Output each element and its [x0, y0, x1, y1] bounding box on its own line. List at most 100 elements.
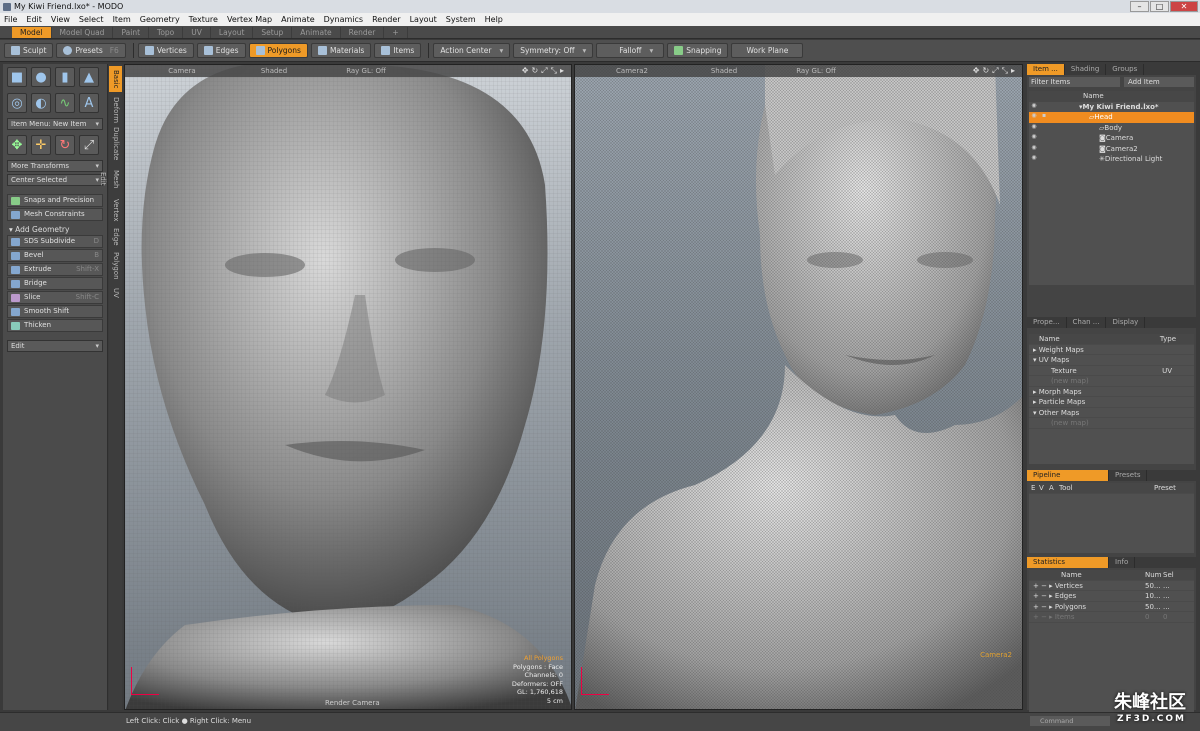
scale-icon[interactable]: ⤢ [79, 135, 99, 155]
camera-selector[interactable]: Camera [147, 67, 217, 75]
capsule-icon[interactable]: ◐ [31, 93, 51, 113]
tab-properties[interactable]: Prope... [1027, 317, 1067, 328]
tab-polygon[interactable]: Polygon [109, 250, 122, 282]
items-mode-button[interactable]: Items [374, 43, 422, 58]
more-transforms-dropdown[interactable]: More Transforms [7, 160, 103, 172]
menu-edit[interactable]: Edit [26, 15, 42, 24]
menu-vertex-map[interactable]: Vertex Map [227, 15, 272, 24]
new-map-other[interactable]: (new map) [1029, 418, 1194, 429]
snaps-precision-button[interactable]: Snaps and Precision [7, 194, 103, 207]
visibility-icon[interactable]: ◉ [1029, 144, 1039, 154]
tree-row-scene[interactable]: ◉ ▾ My Kiwi Friend.lxo* [1029, 102, 1194, 113]
filter-items-field[interactable]: Filter Items [1029, 77, 1120, 87]
text-icon[interactable]: A [79, 93, 99, 113]
tab-deform[interactable]: Deform [109, 94, 122, 126]
tab-info[interactable]: Info [1109, 557, 1136, 568]
presets-button[interactable]: Presets F6 [56, 43, 126, 58]
tab-paint[interactable]: Paint [113, 26, 150, 38]
pen-icon[interactable]: ∿ [55, 93, 75, 113]
stats-row-edges[interactable]: + − ▸ Edges 10...... [1029, 591, 1194, 602]
edges-mode-button[interactable]: Edges [196, 43, 246, 58]
map-group-weight[interactable]: ▸ Weight Maps [1029, 345, 1194, 355]
viewport-camera2[interactable]: Camera2 Shaded Ray GL: Off ✥↻⤢⤡▸ Camera2 [574, 64, 1023, 710]
menu-select[interactable]: Select [79, 15, 104, 24]
tree-row-head[interactable]: ◉ ▪ ▱ Head [1029, 112, 1194, 123]
tab-display[interactable]: Display [1106, 317, 1146, 328]
close-button[interactable]: ✕ [1170, 1, 1198, 12]
thicken-button[interactable]: Thicken [7, 319, 103, 332]
visibility-icon[interactable]: ◉ [1029, 112, 1039, 122]
tab-edge[interactable]: Edge [109, 226, 122, 248]
tab-pipeline[interactable]: Pipeline [1027, 470, 1109, 481]
torus-icon[interactable]: ◎ [7, 93, 27, 113]
menu-dynamics[interactable]: Dynamics [324, 15, 363, 24]
tab-model[interactable]: Model [12, 26, 52, 38]
new-map-uv[interactable]: (new map) [1029, 376, 1194, 387]
materials-mode-button[interactable]: Materials [310, 43, 372, 58]
raygl-toggle[interactable]: Ray GL: Off [781, 67, 851, 75]
menu-item[interactable]: Item [113, 15, 131, 24]
lock-icon[interactable]: ▪ [1039, 112, 1049, 122]
tree-row-body[interactable]: ◉ ▱ Body [1029, 123, 1194, 134]
slice-button[interactable]: Slice Shift-C [7, 291, 103, 304]
smooth-shift-button[interactable]: Smooth Shift [7, 305, 103, 318]
viewport-camera[interactable]: Camera Shaded Ray GL: Off ✥↻⤢⤡▸ Render C… [124, 64, 572, 710]
minimize-button[interactable]: – [1130, 1, 1149, 12]
tab-item-list[interactable]: Item ... [1027, 64, 1065, 75]
falloff-dropdown[interactable]: Falloff [596, 43, 665, 58]
tab-setup[interactable]: Setup [253, 26, 293, 38]
menu-texture[interactable]: Texture [189, 15, 218, 24]
tree-row-camera[interactable]: ◉ ◙ Camera [1029, 133, 1194, 144]
map-group-uv[interactable]: ▾ UV Maps [1029, 355, 1194, 366]
tab-topo[interactable]: Topo [149, 26, 184, 38]
tab-render[interactable]: Render [341, 26, 385, 38]
tab-animate[interactable]: Animate [292, 26, 341, 38]
center-selected-dropdown[interactable]: Center Selected [7, 174, 103, 186]
viewport-nav-icons[interactable]: ✥↻⤢⤡▸ [973, 66, 1018, 76]
add-item-button[interactable]: Add Item [1124, 77, 1194, 87]
tab-mesh-edit[interactable]: Mesh Edit [99, 162, 122, 196]
tab-presets[interactable]: Presets [1109, 470, 1148, 481]
tab-vertex[interactable]: Vertex [109, 196, 122, 224]
vertices-mode-button[interactable]: Vertices [137, 43, 194, 58]
map-texture[interactable]: Texture UV [1029, 366, 1194, 376]
menu-file[interactable]: File [4, 15, 17, 24]
cube-icon[interactable]: ■ [7, 67, 27, 87]
add-tab-button[interactable]: + [384, 26, 408, 38]
add-geometry-header[interactable]: ▾ Add Geometry [7, 225, 103, 234]
map-group-morph[interactable]: ▸ Morph Maps [1029, 387, 1194, 397]
viewport-nav-icons[interactable]: ✥↻⤢⤡▸ [522, 66, 567, 76]
transform-icon[interactable]: ✛ [31, 135, 51, 155]
action-center-dropdown[interactable]: Action Center [433, 43, 511, 58]
menu-geometry[interactable]: Geometry [140, 15, 180, 24]
command-field[interactable]: Command [1030, 716, 1110, 726]
tab-statistics[interactable]: Statistics [1027, 557, 1109, 568]
menu-help[interactable]: Help [485, 15, 503, 24]
cylinder-icon[interactable]: ▮ [55, 67, 75, 87]
tab-uv[interactable]: UV [183, 26, 211, 38]
stats-row-vertices[interactable]: + − ▸ Vertices 50...... [1029, 581, 1194, 591]
move-icon[interactable]: ✥ [7, 135, 27, 155]
bevel-button[interactable]: Bevel B [7, 249, 103, 262]
work-plane-button[interactable]: Work Plane [731, 43, 804, 58]
polygons-mode-button[interactable]: Polygons [248, 43, 308, 58]
raygl-toggle[interactable]: Ray GL: Off [331, 67, 401, 75]
cone-icon[interactable]: ▲ [79, 67, 99, 87]
camera-selector[interactable]: Camera2 [597, 67, 667, 75]
tab-groups[interactable]: Groups [1106, 64, 1145, 75]
stats-row-polygons[interactable]: + − ▸ Polygons 50...... [1029, 602, 1194, 612]
tree-row-light[interactable]: ◉ ✳ Directional Light [1029, 154, 1194, 165]
rotate-icon[interactable]: ↻ [55, 135, 75, 155]
tab-shading[interactable]: Shading [1065, 64, 1107, 75]
menu-animate[interactable]: Animate [281, 15, 315, 24]
item-menu-dropdown[interactable]: Item Menu: New Item [7, 118, 103, 130]
snapping-button[interactable]: Snapping [667, 43, 729, 58]
tree-row-camera2[interactable]: ◉ ◙ Camera2 [1029, 144, 1194, 155]
menu-view[interactable]: View [51, 15, 70, 24]
visibility-icon[interactable]: ◉ [1029, 133, 1039, 143]
tab-duplicate[interactable]: Duplicate [109, 126, 122, 162]
edit-dropdown[interactable]: Edit [7, 340, 103, 352]
map-group-particle[interactable]: ▸ Particle Maps [1029, 397, 1194, 408]
tab-basic[interactable]: Basic [109, 66, 122, 92]
menu-layout[interactable]: Layout [410, 15, 437, 24]
